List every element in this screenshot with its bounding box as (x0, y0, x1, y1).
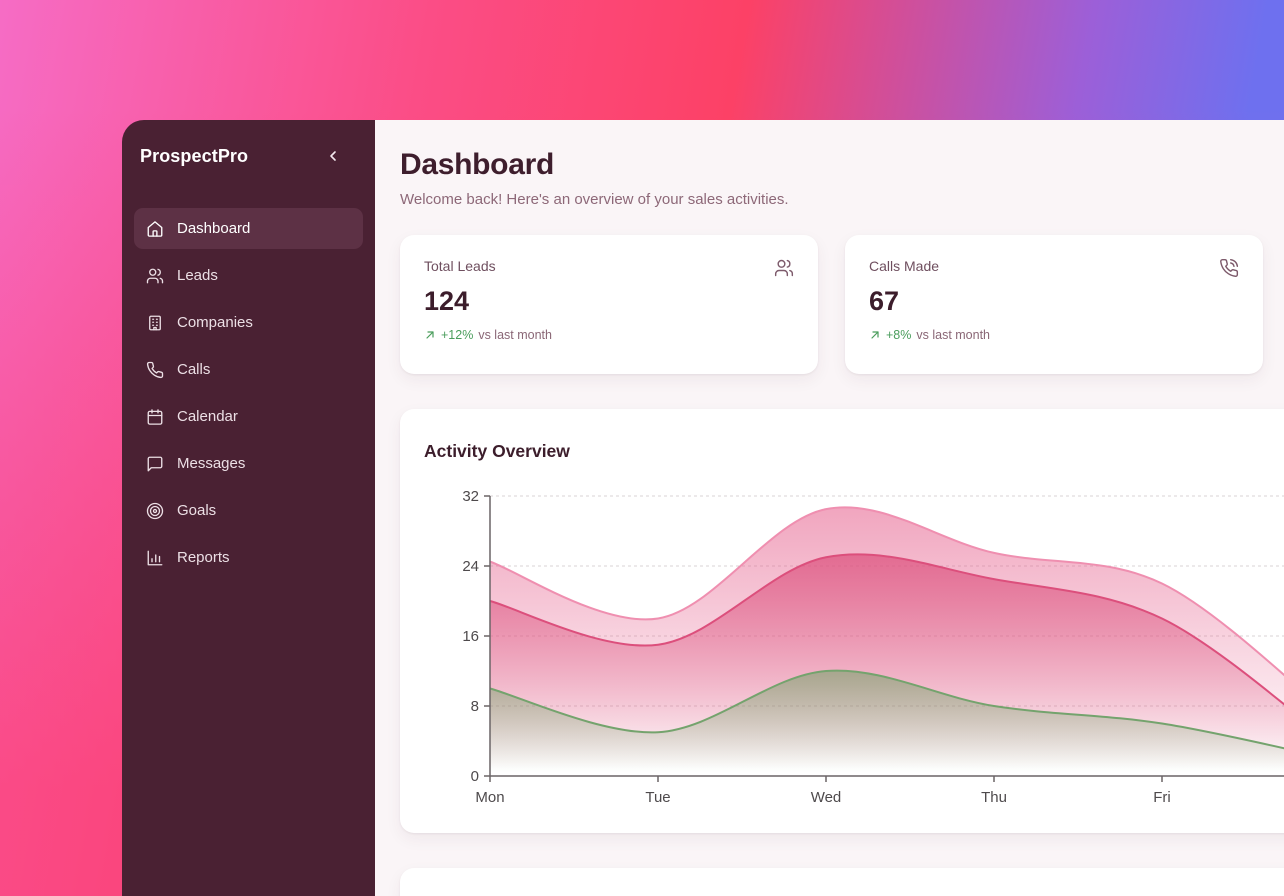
sidebar-item-label: Messages (177, 455, 245, 472)
phone-icon (146, 361, 164, 379)
trend-up-icon (424, 329, 436, 341)
stat-value: 124 (424, 286, 794, 317)
building-icon (146, 314, 164, 332)
stats-row: Total Leads 124 +12% vs last month Calls (400, 235, 1284, 374)
message-icon (146, 455, 164, 473)
sidebar-item-calendar[interactable]: Calendar (134, 396, 363, 437)
svg-text:32: 32 (462, 488, 479, 505)
svg-text:Tue: Tue (645, 789, 670, 806)
sidebar-item-goals[interactable]: Goals (134, 490, 363, 531)
svg-text:Thu: Thu (981, 789, 1007, 806)
stat-trend: +12% vs last month (424, 328, 794, 342)
sidebar-item-dashboard[interactable]: Dashboard (134, 208, 363, 249)
trend-percent: +12% (441, 328, 473, 342)
svg-text:Fri: Fri (1153, 789, 1171, 806)
stat-value: 67 (869, 286, 1239, 317)
svg-text:Wed: Wed (811, 789, 842, 806)
sidebar-item-label: Reports (177, 549, 230, 566)
svg-text:8: 8 (471, 698, 479, 715)
app-window: ProspectPro Dashboard Leads Companies (122, 120, 1284, 896)
page-title: Dashboard (400, 148, 1284, 182)
target-icon (146, 502, 164, 520)
stat-trend: +8% vs last month (869, 328, 1239, 342)
chevron-left-icon (325, 148, 341, 164)
sidebar-header: ProspectPro (134, 144, 363, 168)
page-subtitle: Welcome back! Here's an overview of your… (400, 191, 1284, 208)
sidebar-item-label: Calendar (177, 408, 238, 425)
trend-suffix: vs last month (916, 328, 990, 342)
sidebar-item-label: Goals (177, 502, 216, 519)
home-icon (146, 220, 164, 238)
sidebar-item-messages[interactable]: Messages (134, 443, 363, 484)
users-icon (146, 267, 164, 285)
trend-up-icon (869, 329, 881, 341)
calendar-icon (146, 408, 164, 426)
stat-card-total-leads: Total Leads 124 +12% vs last month (400, 235, 818, 374)
users-icon (774, 258, 794, 278)
sidebar-item-label: Companies (177, 314, 253, 331)
sidebar-item-companies[interactable]: Companies (134, 302, 363, 343)
sidebar: ProspectPro Dashboard Leads Companies (122, 120, 375, 896)
activity-overview-card: Activity Overview 08162432MonTueWedThuFr… (400, 409, 1284, 833)
sidebar-item-label: Dashboard (177, 220, 250, 237)
stat-card-calls-made: Calls Made 67 +8% vs last month (845, 235, 1263, 374)
svg-text:Mon: Mon (475, 789, 504, 806)
activity-area-chart: 0 8 16 24 32 Mon Tue Wed Thu Fri (400, 409, 1284, 833)
sidebar-collapse-button[interactable] (321, 144, 345, 168)
svg-text:0: 0 (471, 768, 479, 785)
stat-label: Total Leads (424, 258, 496, 274)
sidebar-item-calls[interactable]: Calls (134, 349, 363, 390)
sidebar-item-leads[interactable]: Leads (134, 255, 363, 296)
bar-chart-icon (146, 549, 164, 567)
trend-percent: +8% (886, 328, 911, 342)
next-section-card (400, 868, 1284, 896)
main-content: Dashboard Welcome back! Here's an overvi… (375, 120, 1284, 896)
svg-text:24: 24 (462, 558, 479, 575)
svg-text:16: 16 (462, 628, 479, 645)
stat-label: Calls Made (869, 258, 939, 274)
sidebar-item-label: Calls (177, 361, 210, 378)
sidebar-item-label: Leads (177, 267, 218, 284)
sidebar-item-reports[interactable]: Reports (134, 537, 363, 578)
brand-logo: ProspectPro (140, 146, 248, 167)
trend-suffix: vs last month (478, 328, 552, 342)
phone-call-icon (1219, 258, 1239, 278)
